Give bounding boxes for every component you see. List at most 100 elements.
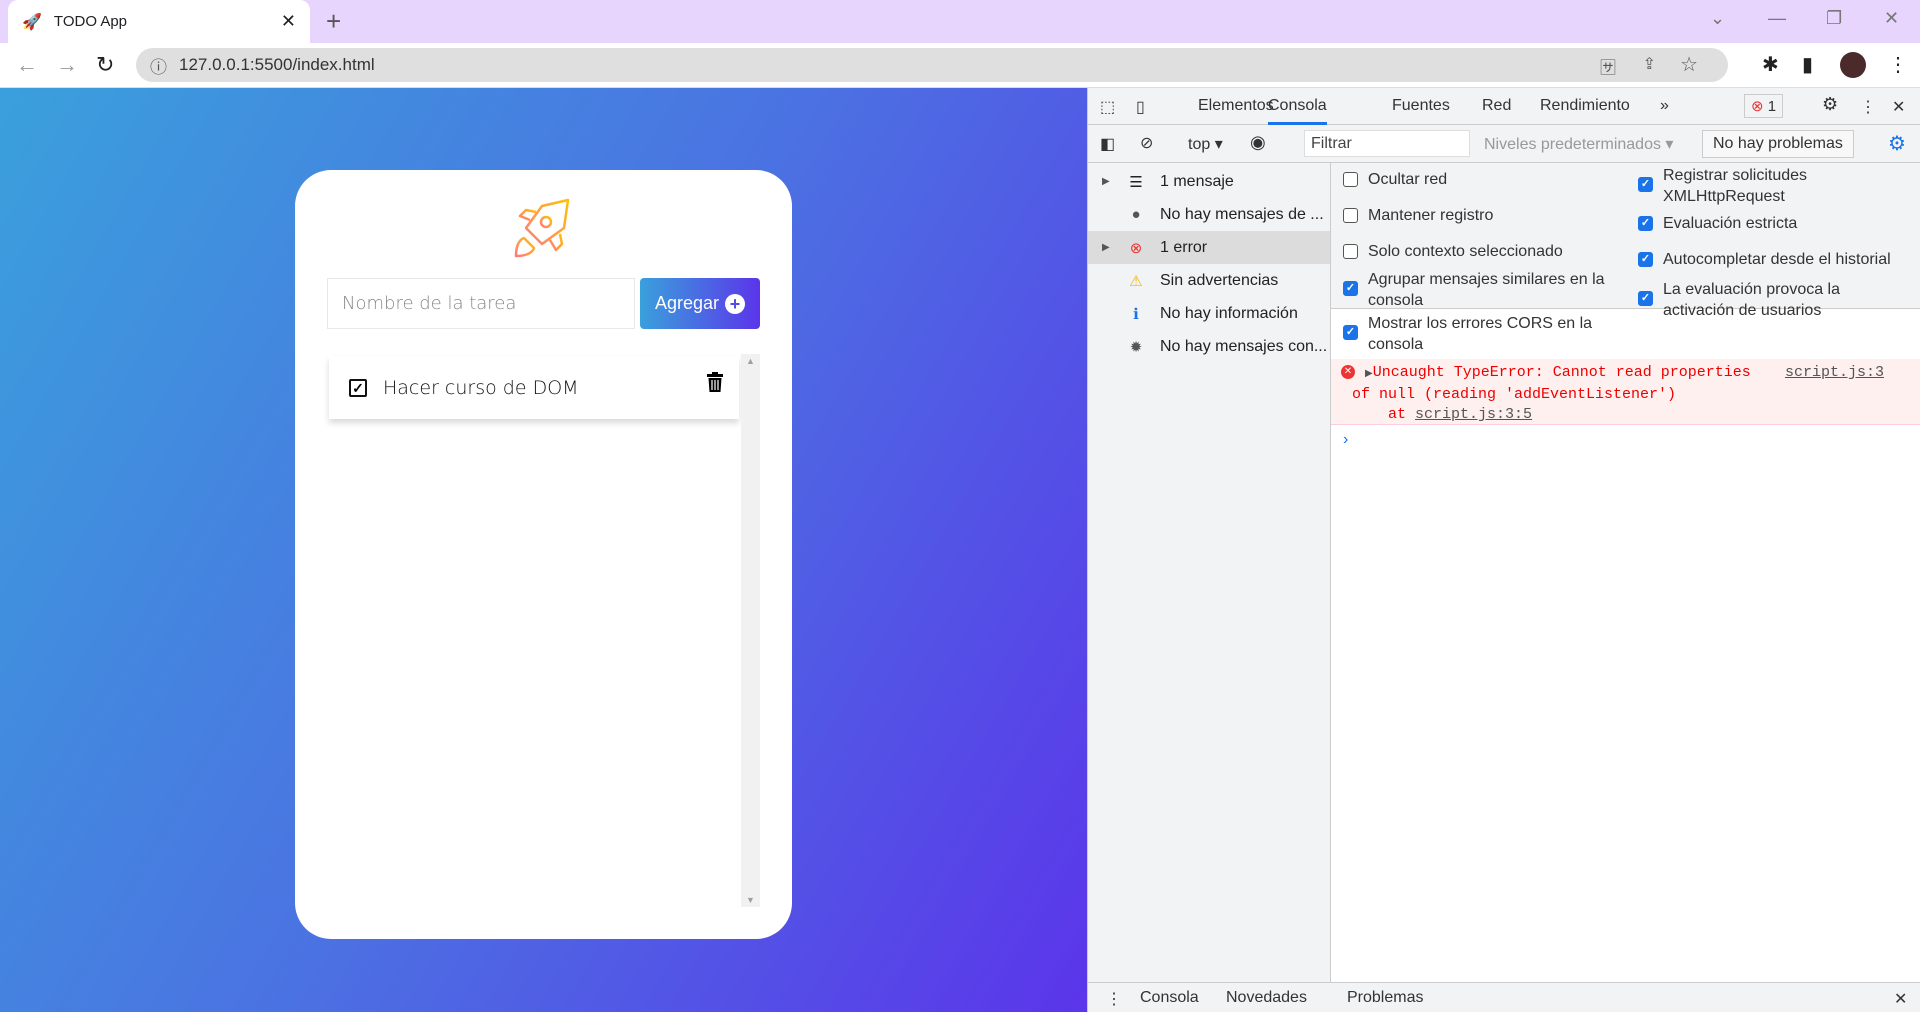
tab-search-icon[interactable]: ⌄ <box>1710 8 1725 29</box>
error-icon: ⊗ <box>1129 239 1143 257</box>
devtools-drawer: ⋮ Consola Novedades Problemas ✕ <box>1088 982 1920 1012</box>
tab-elementos[interactable]: Elementos <box>1198 97 1274 115</box>
checkbox[interactable]: ✓ <box>1638 291 1653 306</box>
option-cors-errors[interactable]: ✓ Mostrar los errores CORS en la consola <box>1343 313 1633 355</box>
tab-strip: 🚀 TODO App ✕ + ⌄ — ❐ ✕ <box>0 0 1920 43</box>
bookmark-star-icon[interactable]: ☆ <box>1680 52 1698 77</box>
sidebar-item-user-messages[interactable]: ● No hay mensajes de ... <box>1088 198 1330 231</box>
option-group-similar[interactable]: ✓ Agrupar mensajes similares en la consol… <box>1343 269 1633 311</box>
option-user-activation[interactable]: ✓ La evaluación provoca la activación de … <box>1638 279 1908 321</box>
rocket-icon <box>514 198 570 258</box>
info-icon[interactable]: ⓘ <box>150 53 167 78</box>
tab-rendimiento[interactable]: Rendimiento <box>1540 97 1630 115</box>
profile-avatar[interactable] <box>1840 52 1866 78</box>
sidebar-toggle-icon[interactable]: ◧ <box>1100 134 1115 154</box>
task-item: ✓ Hacer curso de DOM <box>329 356 739 419</box>
error-count-badge[interactable]: ⊗ 1 <box>1744 94 1784 118</box>
option-autocomplete-history[interactable]: ✓ Autocompletar desde el historial <box>1638 249 1908 270</box>
task-name-input[interactable] <box>327 278 635 329</box>
address-bar[interactable]: ⓘ 127.0.0.1:5500/index.html 🈂 ⇪ ☆ <box>136 48 1728 82</box>
bug-icon: ✹ <box>1129 338 1143 356</box>
inspect-element-icon[interactable]: ⬚ <box>1100 97 1115 117</box>
devtools-menu-icon[interactable]: ⋮ <box>1860 97 1876 117</box>
devtools-main-toolbar: ⬚ ▯ Elementos Consola Fuentes Red Rendim… <box>1088 88 1920 125</box>
checkbox[interactable] <box>1343 208 1358 223</box>
warning-icon: ⚠ <box>1129 272 1143 290</box>
sidebar-item-verbose[interactable]: ✹ No hay mensajes con... <box>1088 330 1330 363</box>
issues-button[interactable]: No hay problemas <box>1702 130 1854 158</box>
scroll-up-icon[interactable]: ▲ <box>746 356 755 366</box>
close-window-icon[interactable]: ✕ <box>1884 8 1899 29</box>
console-settings: Ocultar red Mantener registro Solo conte… <box>1331 163 1920 353</box>
settings-gear-icon[interactable]: ⚙ <box>1822 94 1838 115</box>
option-eager-eval[interactable]: ✓ Evaluación estricta <box>1638 213 1908 234</box>
close-drawer-icon[interactable]: ✕ <box>1894 989 1907 1009</box>
back-icon[interactable]: ← <box>16 52 38 78</box>
plus-circle-icon: + <box>725 293 746 314</box>
add-task-button[interactable]: Agregar + <box>640 278 760 329</box>
checkbox[interactable]: ✓ <box>1343 281 1358 296</box>
reload-icon[interactable]: ↻ <box>96 52 114 78</box>
minimize-icon[interactable]: — <box>1768 8 1786 29</box>
translate-icon[interactable]: 🈂 <box>1600 54 1616 78</box>
checkbox[interactable] <box>1343 172 1358 187</box>
checkbox[interactable]: ✓ <box>1343 325 1358 340</box>
option-preserve-log[interactable]: Mantener registro <box>1343 205 1633 226</box>
more-tabs-icon[interactable]: » <box>1660 97 1669 115</box>
close-devtools-icon[interactable]: ✕ <box>1892 97 1905 117</box>
drawer-tab-consola[interactable]: Consola <box>1140 989 1199 1007</box>
console-error-message: ✕ ▶Uncaught TypeError: Cannot read prope… <box>1331 359 1920 425</box>
url-text[interactable]: 127.0.0.1:5500/index.html <box>179 55 375 75</box>
devtools-panel: ⬚ ▯ Elementos Consola Fuentes Red Rendim… <box>1087 88 1920 1012</box>
context-select[interactable]: top ▾ <box>1188 134 1223 154</box>
task-list-scrollbar[interactable]: ▲ ▼ <box>741 354 760 907</box>
checkbox[interactable]: ✓ <box>1638 252 1653 267</box>
tab-title: TODO App <box>53 13 128 30</box>
eye-icon[interactable]: ◉ <box>1250 132 1266 153</box>
error-source-link[interactable]: script.js:3 <box>1785 363 1884 383</box>
task-text: Hacer curso de DOM <box>383 376 579 399</box>
console-sidebar: ▶ ☰ 1 mensaje ● No hay mensajes de ... ▶ ⊗ 1 … <box>1088 163 1331 982</box>
sidebar-item-errors[interactable]: ▶ ⊗ 1 error <box>1088 231 1330 264</box>
browser-tab[interactable]: 🚀 TODO App ✕ <box>8 0 310 43</box>
side-panel-icon[interactable]: ▮ <box>1802 52 1813 77</box>
sidebar-item-info[interactable]: ℹ No hay información <box>1088 297 1330 330</box>
console-settings-icon[interactable]: ⚙ <box>1888 131 1906 156</box>
task-checkbox[interactable]: ✓ <box>349 378 367 397</box>
forward-icon[interactable]: → <box>56 52 78 78</box>
drawer-menu-icon[interactable]: ⋮ <box>1106 989 1122 1009</box>
tab-consola[interactable]: Consola <box>1268 88 1327 125</box>
browser-menu-icon[interactable]: ⋮ <box>1888 52 1908 77</box>
expand-arrow-icon[interactable]: ▶ <box>1365 369 1373 380</box>
sidebar-item-warnings[interactable]: ⚠ Sin advertencias <box>1088 264 1330 297</box>
extensions-icon[interactable]: ✱ <box>1762 52 1779 77</box>
checkbox[interactable]: ✓ <box>1638 177 1653 192</box>
close-tab-icon[interactable]: ✕ <box>281 11 296 32</box>
option-hide-network[interactable]: Ocultar red <box>1343 169 1633 190</box>
checkbox[interactable] <box>1343 244 1358 259</box>
log-levels-select[interactable]: Niveles predeterminados ▾ <box>1484 134 1673 154</box>
new-tab-button[interactable]: + <box>326 6 341 37</box>
console-toolbar: ◧ ⊘ top ▾ ◉ Filtrar Niveles predetermina… <box>1088 125 1920 163</box>
console-prompt-icon[interactable]: › <box>1343 431 1348 449</box>
add-label: Agregar <box>654 293 720 313</box>
tab-red[interactable]: Red <box>1482 97 1511 115</box>
checkbox[interactable]: ✓ <box>1638 216 1653 231</box>
restore-icon[interactable]: ❐ <box>1826 8 1842 29</box>
error-icon: ⊗ <box>1751 98 1764 115</box>
trash-icon[interactable] <box>707 372 723 392</box>
option-selected-context[interactable]: Solo contexto seleccionado <box>1343 241 1633 262</box>
filter-input[interactable]: Filtrar <box>1304 130 1470 157</box>
scroll-down-icon[interactable]: ▼ <box>746 895 755 905</box>
drawer-tab-novedades[interactable]: Novedades <box>1226 989 1307 1007</box>
device-toolbar-icon[interactable]: ▯ <box>1136 97 1145 117</box>
share-icon[interactable]: ⇪ <box>1643 54 1656 74</box>
expand-arrow-icon[interactable]: ▶ <box>1102 176 1110 187</box>
clear-console-icon[interactable]: ⊘ <box>1140 133 1153 153</box>
option-log-xhr[interactable]: ✓ Registrar solicitudes XMLHttpRequest <box>1638 165 1908 207</box>
drawer-tab-problemas[interactable]: Problemas <box>1347 989 1423 1007</box>
tab-fuentes[interactable]: Fuentes <box>1392 97 1450 115</box>
expand-arrow-icon[interactable]: ▶ <box>1102 242 1110 253</box>
stack-link[interactable]: script.js:3:5 <box>1415 406 1532 423</box>
sidebar-item-messages[interactable]: ▶ ☰ 1 mensaje <box>1088 165 1330 198</box>
